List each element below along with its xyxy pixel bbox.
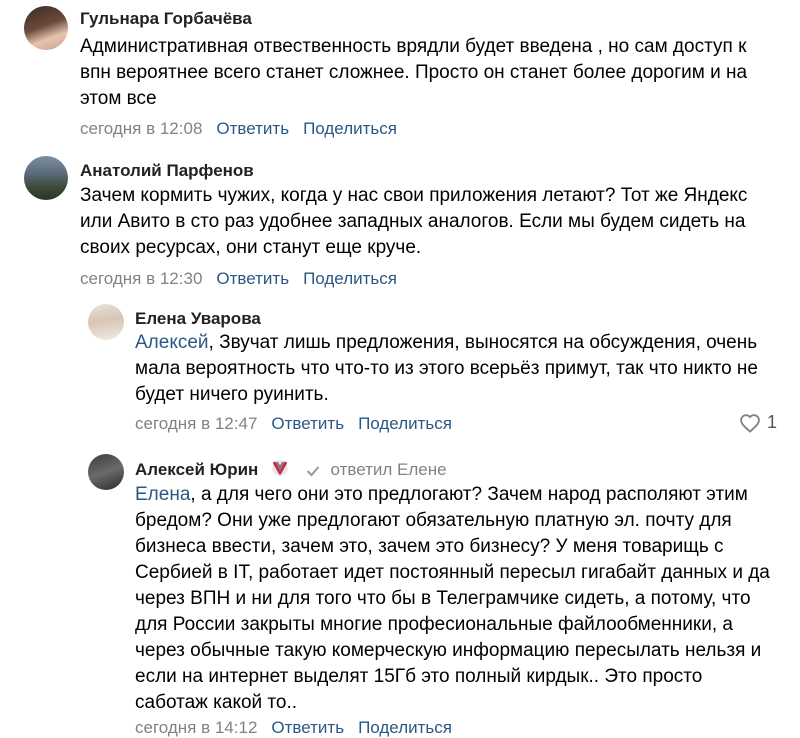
comment: Анатолий Парфенов Зачем кормить чужих, к… [0,150,800,295]
avatar[interactable] [88,454,124,490]
author-name[interactable]: Алексей Юрин [135,460,258,479]
checkmark-icon [306,465,320,476]
reply-button[interactable]: Ответить [216,269,289,288]
comment-time[interactable]: сегодня в 12:47 [135,414,257,433]
share-button[interactable]: Поделиться [303,269,397,288]
like-count: 1 [767,412,778,432]
comment-author: Алексей Юрин ответил Елене [135,458,447,480]
comment-text: Административная отвественность врядли б… [80,36,748,109]
like-button[interactable]: 1 [739,412,777,433]
comment-time[interactable]: сегодня в 12:08 [80,119,202,138]
reply-button[interactable]: Ответить [216,119,289,138]
share-button[interactable]: Поделиться [303,119,397,138]
comment-text: Алексей, Звучат лишь предложения, вынося… [135,330,780,408]
comment-reply: Елена Уварова Алексей, Звучат лишь предл… [0,296,800,446]
replied-to-label[interactable]: ответил Елене [331,460,447,479]
comment-time[interactable]: сегодня в 14:12 [135,718,257,737]
reply-button[interactable]: Ответить [271,718,344,737]
comment-meta: сегодня в 12:30 Ответить Поделиться [80,269,397,289]
comment-meta: сегодня в 12:47 Ответить Поделиться [135,414,452,434]
comment-text: Зачем кормить чужих, когда у нас свои пр… [80,185,748,258]
comment-meta: сегодня в 12:08 Ответить Поделиться [80,119,397,139]
comment-body: , а для чего они это предлогают? Зачем н… [135,484,770,713]
comment-reply: Алексей Юрин ответил Елене Елена, а для … [0,446,800,738]
heart-icon [740,413,760,433]
comment-author[interactable]: Гульнара Горбачёва [80,9,252,29]
comment-body: , Звучат лишь предложения, выносятся на … [135,332,758,405]
share-button[interactable]: Поделиться [358,414,452,433]
comment-meta: сегодня в 14:12 Ответить Поделиться [135,718,452,738]
mention-link[interactable]: Елена [135,484,190,505]
avatar[interactable] [24,6,68,50]
share-button[interactable]: Поделиться [358,718,452,737]
verified-badge-icon [272,460,289,476]
mention-link[interactable]: Алексей [135,332,209,353]
avatar[interactable] [88,304,124,340]
comment: Гульнара Горбачёва Административная отве… [0,0,800,150]
comment-time[interactable]: сегодня в 12:30 [80,269,202,288]
comment-author[interactable]: Елена Уварова [135,309,261,329]
comment-text: Елена, а для чего они это предлогают? За… [135,482,780,716]
comment-author[interactable]: Анатолий Парфенов [80,161,254,181]
reply-button[interactable]: Ответить [271,414,344,433]
avatar[interactable] [24,156,68,200]
